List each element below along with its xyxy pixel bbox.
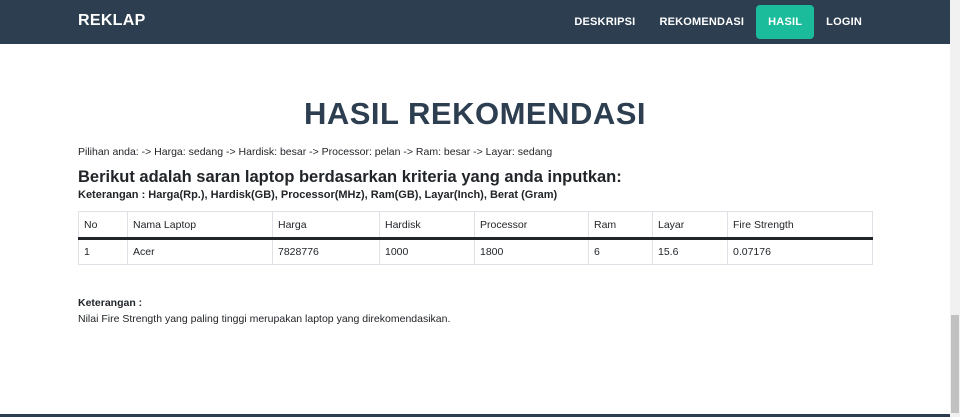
header-fire-strength: Fire Strength — [727, 211, 873, 240]
cell-harga: 7828776 — [272, 238, 380, 265]
header-layar: Layar — [652, 211, 728, 240]
nav-link-login[interactable]: LOGIN — [814, 5, 874, 39]
scrollbar-thumb[interactable] — [951, 315, 959, 413]
nav-link-hasil[interactable]: HASIL — [756, 5, 815, 39]
note-text: Nilai Fire Strength yang paling tinggi m… — [78, 313, 451, 325]
cell-fire-strength: 0.07176 — [727, 238, 873, 265]
cell-layar: 15.6 — [652, 238, 728, 265]
cell-processor: 1800 — [474, 238, 589, 265]
note-title: Keterangan : — [78, 297, 143, 309]
header-processor: Processor — [474, 211, 589, 240]
cell-no: 1 — [78, 238, 128, 265]
scrollbar[interactable] — [950, 0, 960, 417]
table-header-row: No Nama Laptop Harga Hardisk Processor R… — [78, 211, 873, 240]
results-table: No Nama Laptop Harga Hardisk Processor R… — [78, 211, 873, 265]
user-choices-text: Pilihan anda: -> Harga: sedang -> Hardis… — [78, 146, 553, 158]
nav-link-rekomendasi[interactable]: REKOMENDASI — [647, 5, 756, 39]
page-title: HASIL REKOMENDASI — [303, 96, 647, 131]
navbar: REKLAP DESKRIPSI REKOMENDASI HASIL LOGIN — [0, 0, 950, 44]
nav-links: DESKRIPSI REKOMENDASI HASIL LOGIN — [562, 5, 874, 39]
results-subheading: Berikut adalah saran laptop berdasarkan … — [78, 168, 622, 186]
units-legend: Keterangan : Harga(Rp.), Hardisk(GB), Pr… — [78, 189, 558, 201]
header-no: No — [78, 211, 128, 240]
table-row: 1 Acer 7828776 1000 1800 6 15.6 0.07176 — [78, 238, 873, 265]
nav-link-deskripsi[interactable]: DESKRIPSI — [562, 5, 647, 39]
cell-ram: 6 — [588, 238, 653, 265]
cell-nama-laptop: Acer — [127, 238, 273, 265]
header-hardisk: Hardisk — [379, 211, 475, 240]
brand-logo[interactable]: REKLAP — [78, 12, 146, 30]
header-nama-laptop: Nama Laptop — [127, 211, 273, 240]
header-harga: Harga — [272, 211, 380, 240]
cell-hardisk: 1000 — [379, 238, 475, 265]
header-ram: Ram — [588, 211, 653, 240]
